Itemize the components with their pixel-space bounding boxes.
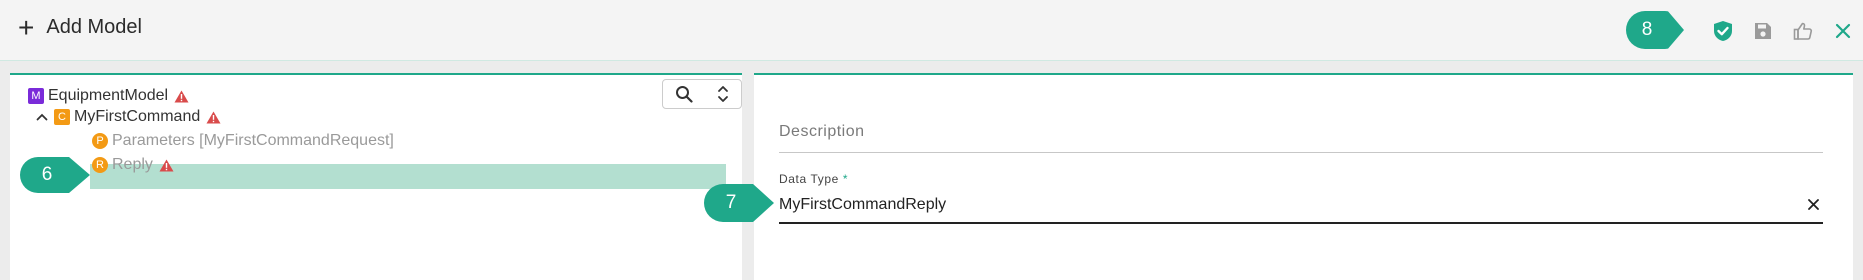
callout-marker-8-label: 8 (1641, 19, 1653, 40)
data-type-label-text: Data Type (779, 172, 839, 186)
callout-marker-6-label: 6 (41, 164, 53, 185)
warning-icon (159, 159, 174, 172)
callout-marker-7-label: 7 (725, 192, 737, 213)
tree-item-my-first-command[interactable]: C MyFirstCommand (36, 105, 221, 129)
model-badge-icon: M (28, 88, 44, 104)
header-bar: + Add Model (0, 0, 1863, 61)
close-button[interactable] (1823, 14, 1863, 48)
plus-icon: + (18, 11, 35, 43)
thumbs-up-icon (1793, 22, 1813, 40)
data-type-input[interactable] (779, 192, 1779, 218)
save-icon (1755, 23, 1771, 39)
warning-icon (206, 111, 221, 124)
search-icon (676, 86, 693, 103)
warning-icon (174, 90, 189, 103)
shield-check-icon (1714, 21, 1732, 41)
model-details-panel: Description Data Type * (754, 73, 1853, 280)
save-button[interactable] (1743, 14, 1783, 48)
approve-button[interactable] (1783, 14, 1823, 48)
parameters-badge-icon: P (92, 133, 108, 149)
reply-badge-icon: R (92, 157, 108, 173)
clear-button[interactable] (1803, 194, 1823, 214)
validate-button[interactable] (1703, 14, 1743, 48)
data-type-field[interactable]: Data Type * (779, 172, 1823, 224)
required-marker: * (842, 172, 849, 186)
tree-item-label: Parameters [MyFirstCommandRequest] (112, 132, 394, 149)
tree-item-parameters[interactable]: P Parameters [MyFirstCommandRequest] (92, 129, 394, 153)
search-button[interactable] (675, 85, 693, 103)
tree-item-reply[interactable]: R Reply (92, 153, 174, 177)
page-title-text: Add Model (46, 16, 142, 38)
chevron-up-icon[interactable] (36, 112, 50, 122)
header-actions (1703, 14, 1863, 48)
expand-collapse-icon (718, 86, 728, 102)
expand-collapse-button[interactable] (717, 84, 729, 104)
tree-selection-highlight (90, 164, 726, 189)
description-label: Description (779, 123, 865, 140)
description-field[interactable]: Description (779, 113, 1823, 153)
page-title: + Add Model (18, 11, 142, 43)
command-badge-icon: C (54, 109, 70, 125)
tree-item-label: EquipmentModel (48, 87, 169, 104)
tree-toolbar (662, 79, 742, 109)
close-icon (1807, 198, 1819, 210)
model-tree-panel: M EquipmentModel C MyFirstCommand P Para… (10, 73, 742, 280)
tree-item-label: MyFirstCommand (74, 108, 201, 125)
data-type-label: Data Type * (779, 172, 848, 186)
close-icon (1835, 23, 1851, 39)
tree-item-label: Reply (112, 156, 153, 173)
